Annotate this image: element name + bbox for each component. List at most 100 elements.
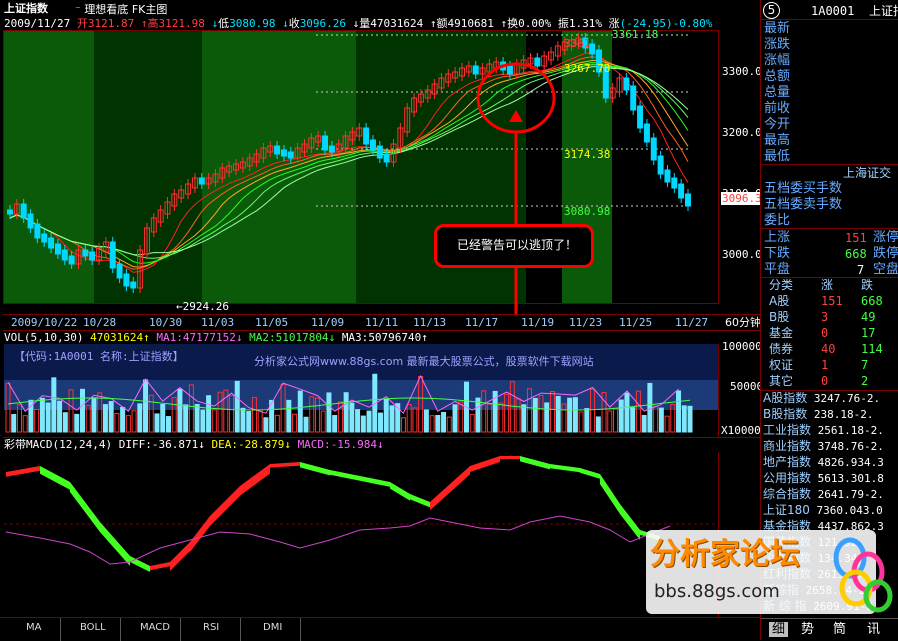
tab-trend[interactable]: 势 xyxy=(801,622,814,637)
macd-ribbon-segment xyxy=(130,556,150,572)
table-cell-up: 40 xyxy=(821,342,836,356)
index-value: 3748.76-2. xyxy=(811,440,884,453)
volume-bar xyxy=(584,408,590,433)
tab-news[interactable]: 讯 xyxy=(867,622,880,637)
field-menu-item[interactable]: 前收 xyxy=(764,101,790,116)
index-name: B股指数 xyxy=(763,407,808,421)
macd-ribbon-segment xyxy=(550,464,580,473)
date-tick: 11/11 xyxy=(365,316,399,329)
volume-bar xyxy=(320,410,326,433)
table-cell-down: 668 xyxy=(861,294,883,308)
candle-body xyxy=(630,85,637,111)
tab-detail[interactable]: 细 xyxy=(769,622,789,637)
index-row[interactable]: A股指数 3247.76-2. xyxy=(763,391,880,406)
quote-line: 2009/11/27 开3121.87 ↑高3121.98 ↓低3080.98 … xyxy=(4,17,713,30)
volume-bar xyxy=(246,411,252,433)
volume-bar xyxy=(177,388,183,433)
volume-bar xyxy=(326,392,332,433)
volume-bar xyxy=(383,398,389,433)
vol-unit: X10000 xyxy=(721,424,761,437)
candle-body xyxy=(34,223,41,239)
forum-logo: 分析家论坛 bbs.88gs.com xyxy=(646,530,896,616)
field-menu-item[interactable]: 最新 xyxy=(764,21,790,36)
tab-rsi[interactable]: RSI xyxy=(203,622,219,633)
stock-badge[interactable]: 5 xyxy=(763,2,780,19)
index-row[interactable]: 地产指数 4826.934.3 xyxy=(763,455,884,470)
logo-url: bbs.88gs.com xyxy=(654,581,780,602)
volume-bar xyxy=(469,413,475,433)
volume-bar xyxy=(74,413,80,433)
volume-bar xyxy=(435,415,441,433)
logo-text: 分析家论坛 xyxy=(650,537,800,572)
volume-bar xyxy=(131,410,137,433)
index-row[interactable]: 商业指数 3748.76-2. xyxy=(763,439,884,454)
macd-ribbon-segment xyxy=(40,466,70,490)
date-tick: 11/27 xyxy=(675,316,709,329)
field-menu-item[interactable]: 涨幅 xyxy=(764,53,790,68)
index-title: 上证指数 xyxy=(4,2,48,15)
volume-bar xyxy=(211,409,217,433)
down-tail: 跌停 xyxy=(873,246,898,261)
tab-ma[interactable]: MA xyxy=(26,622,41,633)
volume-bar xyxy=(555,395,561,433)
volume-bar xyxy=(676,390,682,433)
period-label[interactable]: 60分钟 xyxy=(725,316,761,329)
exchange-name: 上海证交 xyxy=(843,166,892,180)
index-row[interactable]: B股指数 238.18-2. xyxy=(763,407,873,422)
macd-ribbon-segment xyxy=(6,466,40,477)
volume-bar xyxy=(165,416,171,433)
field-menu-item[interactable]: 涨跌 xyxy=(764,37,790,52)
volume-bar xyxy=(80,388,86,433)
y-tick: 3200.0 xyxy=(722,126,762,139)
candle-body xyxy=(198,177,205,185)
volume-bar xyxy=(200,409,206,433)
volume-bar xyxy=(630,407,636,433)
volume-bar xyxy=(400,417,406,433)
volume-bar xyxy=(441,411,447,433)
field-menu-item[interactable]: 总额 xyxy=(764,69,790,84)
volume-bar xyxy=(137,403,143,433)
table-cell-down: 17 xyxy=(861,326,876,340)
indicator-title[interactable]: ⁻ 理想看底 FK主图 xyxy=(75,3,167,16)
macd-ribbon-segment xyxy=(270,462,300,468)
volume-bar xyxy=(240,407,246,433)
candle-body xyxy=(678,183,685,199)
volume-bar xyxy=(274,414,280,433)
macd-ribbon-segment xyxy=(300,462,330,476)
volume-bar xyxy=(641,414,647,433)
volume-bar xyxy=(51,377,57,433)
date-axis: 2009/10/22 10/28 10/30 11/03 11/05 11/09 11/11… xyxy=(3,314,761,331)
tab-macd[interactable]: MACD xyxy=(140,622,170,633)
volume-header: VOL(5,10,30) 47031624↑ MA1:47177152↓ MA2… xyxy=(4,331,428,344)
price-chart[interactable] xyxy=(0,30,760,314)
index-name: A股指数 xyxy=(763,391,808,405)
index-row[interactable]: 工业指数 2561.18-2. xyxy=(763,423,884,438)
field-menu-item[interactable]: 最高 xyxy=(764,133,790,148)
index-row[interactable]: 上证180 7360.043.0 xyxy=(763,503,883,518)
index-name: 公用指数 xyxy=(763,471,812,485)
price-line-label: 3080.98 xyxy=(564,205,611,218)
index-row[interactable]: 综合指数 2641.79-2. xyxy=(763,487,884,502)
price-line-label: 3267.78 xyxy=(564,62,611,75)
tab-summary[interactable]: 筒 xyxy=(833,622,846,637)
macd-ribbon-segment xyxy=(450,466,470,493)
tab-boll[interactable]: BOLL xyxy=(80,622,106,633)
candle-body xyxy=(89,251,96,261)
tab-dmi[interactable]: DMI xyxy=(263,622,282,633)
field-menu-item[interactable]: 最低 xyxy=(764,149,790,164)
macd-ribbon-segment xyxy=(170,542,190,571)
index-name: 综合指数 xyxy=(763,487,812,501)
field-menu-item[interactable]: 今开 xyxy=(764,117,790,132)
candle-body xyxy=(123,273,130,287)
candle-body xyxy=(657,155,664,175)
macd-ribbon-segment xyxy=(470,456,500,472)
stock-name: 上证指 xyxy=(869,4,898,18)
index-name: 商业指数 xyxy=(763,439,812,453)
candle-body xyxy=(116,263,123,279)
date-tick: 11/13 xyxy=(413,316,447,329)
volume-bar xyxy=(160,403,166,433)
volume-bar xyxy=(532,397,538,433)
field-menu-item[interactable]: 总量 xyxy=(764,85,790,100)
volume-bar xyxy=(681,405,687,433)
index-row[interactable]: 公用指数 5613.301.8 xyxy=(763,471,884,486)
